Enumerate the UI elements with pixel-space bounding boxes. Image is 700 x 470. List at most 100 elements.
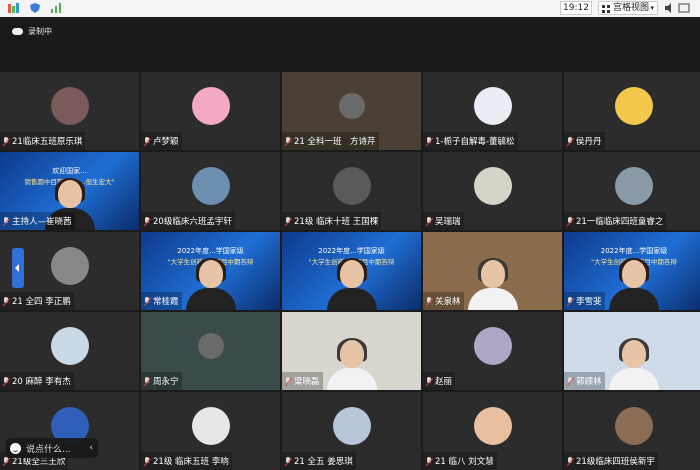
- microphone-muted-icon: [3, 216, 9, 226]
- screen-icon[interactable]: [678, 2, 690, 14]
- participant-tile[interactable]: 2022年度...学国家级 "大学生创新..." 项目中期答辩 李雪斐: [564, 232, 700, 310]
- participant-tile[interactable]: 卢梦颖: [141, 72, 280, 150]
- participant-tile[interactable]: 21级 临床五班 李响: [141, 392, 280, 470]
- participant-name-text: 21临床五班原乐琪: [12, 137, 83, 147]
- participant-name-text: 卢梦颖: [153, 137, 179, 147]
- participant-name-text: 20级临床六班孟宇轩: [153, 217, 232, 227]
- microphone-muted-icon: [144, 376, 150, 386]
- microphone-muted-icon: [285, 216, 291, 226]
- avatar: [332, 407, 371, 445]
- microphone-muted-icon: [426, 216, 432, 226]
- microphone-muted-icon: [567, 456, 573, 466]
- participant-name-text: 侯丹丹: [576, 137, 602, 147]
- collapse-panel-handle[interactable]: [12, 248, 24, 288]
- participant-tile[interactable]: 关泉林: [423, 232, 562, 310]
- participant-tile[interactable]: 21级临床四班侯新宇: [564, 392, 700, 470]
- participant-name-text: 周永宁: [153, 377, 179, 387]
- avatar: [473, 87, 512, 125]
- chat-placeholder: 说点什么...: [26, 444, 71, 455]
- participant-tile[interactable]: 侯丹丹: [564, 72, 700, 150]
- microphone-muted-icon: [3, 296, 9, 306]
- avatar: [473, 407, 512, 445]
- participant-tile[interactable]: 21临床五班原乐琪: [0, 72, 139, 150]
- participant-tile[interactable]: 21级全三王欣: [0, 392, 139, 470]
- participant-name-text: 郭顺林: [576, 377, 602, 387]
- avatar: [191, 407, 230, 445]
- participant-tile[interactable]: 赵丽: [423, 312, 562, 390]
- participant-tile[interactable]: 1-栀子自解毒-董毓松: [423, 72, 562, 150]
- recording-indicator: 录制中: [12, 26, 52, 37]
- microphone-muted-icon: [3, 376, 9, 386]
- participant-name-text: 21级 临床五班 李响: [153, 457, 229, 467]
- chevron-left-icon[interactable]: ‹: [89, 443, 93, 453]
- participant-name-text: 1-栀子自解毒-董毓松: [435, 137, 515, 147]
- microphone-muted-icon: [567, 136, 573, 146]
- chevron-down-icon: ▾: [650, 4, 654, 12]
- banner-title: 欢迎国家...: [52, 167, 87, 175]
- microphone-muted-icon: [144, 216, 150, 226]
- participant-name-text: 21级 临床十班 王国棵: [294, 217, 379, 227]
- participant-tile[interactable]: 21一临临床四班童睿之: [564, 152, 700, 230]
- participant-tile[interactable]: 2022年度...学国家级 "大学生创新..." 项目中期答辩: [282, 232, 421, 310]
- participant-tile[interactable]: 2022年度...学国家级 "大学生创新..." 项目中期答辩 常桂霞: [141, 232, 280, 310]
- participant-name-text: 21级临床四班侯新宇: [576, 457, 655, 467]
- participant-tile[interactable]: 20 麻醉 李有杰: [0, 312, 139, 390]
- banner-title: 2022年度...学国家级: [318, 247, 385, 255]
- participant-tile[interactable]: 欢迎国家...销售圆中目期"理性...但生宏大"主持人—崔晓茜: [0, 152, 139, 230]
- microphone-muted-icon: [567, 376, 573, 386]
- participant-tile[interactable]: 21级 临床十班 王国棵: [282, 152, 421, 230]
- participant-name: 21一临临床四班童睿之: [564, 212, 667, 230]
- participant-name: 赵丽: [423, 372, 456, 390]
- video-feed: 2022年度...学国家级 "大学生创新..." 项目中期答辩: [282, 232, 421, 310]
- participant-tile[interactable]: 21 临八 刘文慧: [423, 392, 562, 470]
- microphone-muted-icon: [426, 456, 432, 466]
- participant-name-text: 21 临八 刘文慧: [435, 457, 494, 467]
- participant-tile[interactable]: 梁晓磊: [282, 312, 421, 390]
- banner-title: 2022年度...学国家级: [177, 247, 244, 255]
- participant-name-text: 21一临临床四班童睿之: [576, 217, 664, 227]
- avatar: [615, 167, 653, 205]
- record-cloud-icon: [12, 28, 23, 35]
- bars-icon: [50, 2, 63, 14]
- participant-name-text: 21 全科一班 方诗芹: [294, 137, 376, 147]
- participant-name: 梁晓磊: [282, 372, 323, 390]
- participant-grid: 21临床五班原乐琪 卢梦颖 21 全科一班 方诗芹 1-栀子自解毒-董毓松 侯丹丹欢迎国…: [0, 72, 700, 470]
- volume-icon[interactable]: [664, 2, 676, 14]
- participant-name: 1-栀子自解毒-董毓松: [423, 132, 518, 150]
- shield-icon: [29, 2, 42, 14]
- participant-name: 21级临床四班侯新宇: [564, 452, 658, 470]
- participant-tile[interactable]: 21 全五 姜思琪: [282, 392, 421, 470]
- microphone-muted-icon: [426, 136, 432, 146]
- grid-view-label: 宫格视图: [613, 3, 650, 13]
- participant-name-text: 赵丽: [435, 377, 453, 387]
- participant-name-text: 常桂霞: [153, 297, 179, 307]
- microphone-muted-icon: [567, 296, 573, 306]
- participant-tile[interactable]: 郭顺林: [564, 312, 700, 390]
- participant-tile[interactable]: 吴瑞瑞: [423, 152, 562, 230]
- microphone-muted-icon: [144, 296, 150, 306]
- avatar: [50, 247, 89, 285]
- avatar: [338, 93, 365, 119]
- participant-name: 21 全五 姜思琪: [282, 452, 356, 470]
- microphone-muted-icon: [144, 136, 150, 146]
- participant-video: [607, 258, 661, 310]
- participant-tile[interactable]: 21 全科一班 方诗芹: [282, 72, 421, 150]
- participant-tile[interactable]: 周永宁: [141, 312, 280, 390]
- participant-video: [325, 258, 379, 310]
- microphone-muted-icon: [426, 296, 432, 306]
- participant-name: 关泉林: [423, 292, 464, 310]
- microphone-muted-icon: [3, 136, 9, 146]
- participant-tile[interactable]: 20级临床六班孟宇轩: [141, 152, 280, 230]
- participant-name: 21 全科一班 方诗芹: [282, 132, 379, 150]
- system-bar: 19:12 宫格视图 ▾: [0, 0, 700, 17]
- avatar: [191, 87, 230, 125]
- participant-name: 主持人—崔晓茜: [0, 212, 75, 230]
- avatar: [615, 87, 653, 125]
- chat-input[interactable]: 说点什么... ‹: [6, 438, 98, 458]
- signal-icon: [8, 2, 21, 14]
- emoji-icon[interactable]: [10, 442, 21, 454]
- participant-name: 卢梦颖: [141, 132, 182, 150]
- grid-view-toggle[interactable]: 宫格视图 ▾: [598, 1, 658, 15]
- participant-name-text: 21 全四 李正鹏: [12, 297, 71, 307]
- microphone-muted-icon: [426, 376, 432, 386]
